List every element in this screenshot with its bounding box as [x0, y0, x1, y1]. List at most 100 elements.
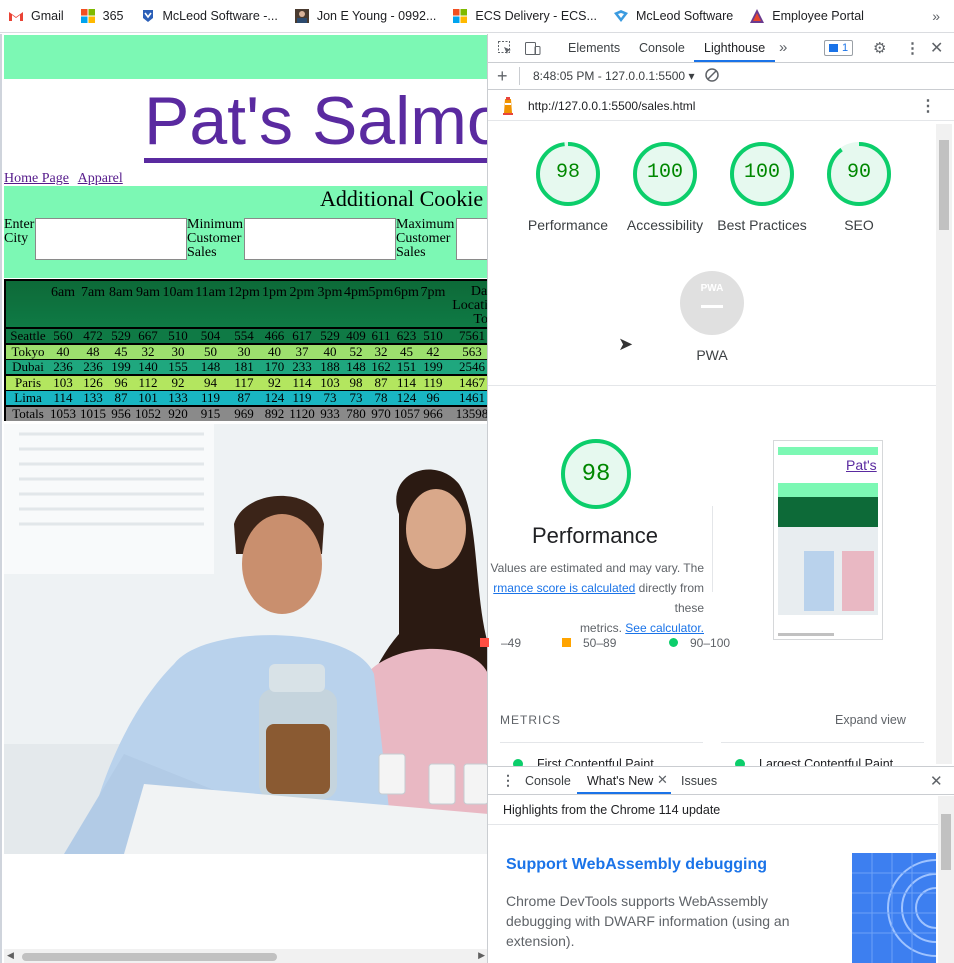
table-cell: 236 — [53, 359, 73, 375]
new-report-icon[interactable]: + — [497, 66, 508, 87]
min-sales-input[interactable] — [244, 218, 396, 260]
settings-gear-icon[interactable]: ⚙ — [873, 39, 886, 57]
close-drawer-icon[interactable]: ✕ — [930, 772, 943, 790]
table-row: Seattle 560 472 529 667 510 504 554 466 617 529 409… — [6, 329, 487, 343]
page-screenshot-thumbnail[interactable]: Pat's — [773, 440, 883, 640]
lighthouse-toolbar: + 8:48:05 PM - 127.0.0.1:5500 ▾ — [488, 63, 954, 90]
score-calculated-link[interactable]: rmance score is calculated — [493, 581, 635, 595]
dropdown-icon: ▾ — [688, 69, 695, 83]
row-total: 2546 — [459, 359, 485, 375]
score-gauge[interactable]: 98 — [535, 141, 601, 207]
more-bookmarks-icon[interactable]: » — [932, 8, 940, 24]
table-cell: 188 — [320, 359, 340, 375]
table-cell: 623 — [396, 328, 417, 343]
table-cell: 970 — [371, 406, 391, 421]
pwa-badge-text: PWA — [700, 283, 724, 294]
table-cell: 504 — [200, 328, 221, 343]
perf-note-text: Values are estimated and may vary. The — [490, 561, 704, 575]
bookmark-ecs-delivery[interactable]: ECS Delivery - ECS... — [452, 8, 597, 24]
hour-header: 8am — [108, 285, 134, 300]
table-cell: 117 — [234, 374, 254, 390]
score-value: 100 — [646, 161, 683, 184]
bookmark-mcleod-2[interactable]: McLeod Software — [613, 8, 733, 24]
perf-note-text-3: metrics. — [579, 621, 622, 635]
score-gauge[interactable]: 90 — [826, 141, 892, 207]
table-row: Paris 103 126 96 112 92 94 117 92 114 103 98 87 114 11… — [6, 374, 487, 390]
more-tabs-icon[interactable]: » — [779, 39, 787, 56]
nav-link-home[interactable]: Home Page — [4, 171, 69, 186]
table-cell: 510 — [423, 328, 443, 343]
device-toolbar-icon[interactable] — [524, 40, 542, 59]
table-cell: 1053 — [50, 406, 76, 421]
scroll-left-icon[interactable]: ◀ — [7, 950, 14, 961]
table-cell: 87 — [237, 390, 251, 406]
bookmark-365[interactable]: 365 — [80, 8, 124, 24]
table-cell: 529 — [111, 328, 131, 343]
table-cell: 199 — [423, 359, 443, 375]
table-cell: 73 — [349, 390, 363, 406]
report-menu-icon[interactable]: ⋮ — [920, 96, 936, 116]
issues-icon — [829, 44, 838, 52]
table-cell: 124 — [396, 390, 417, 406]
table-cell: 133 — [83, 390, 103, 406]
table-cell: 48 — [86, 343, 100, 359]
sales-table: 6am 7am 8am 9am 10am 11am 12pm 1pm 2pm 3pm 4pm 5pm 6… — [4, 279, 487, 421]
min-sales-label: Minimum Customer Sales — [187, 217, 244, 260]
max-sales-input[interactable] — [456, 218, 487, 260]
table-cell: 103 — [53, 374, 73, 390]
tab-console[interactable]: Console — [639, 41, 685, 55]
active-drawer-tab-indicator — [577, 792, 671, 794]
table-cell: 236 — [83, 359, 103, 375]
scroll-right-icon[interactable]: ▶ — [478, 950, 485, 961]
expand-view-button[interactable]: Expand view — [835, 713, 906, 727]
horizontal-scrollbar[interactable]: ◀ ▶ — [4, 949, 487, 963]
drawer-tab-whats-new[interactable]: What's New — [587, 774, 653, 788]
report-select[interactable]: 8:48:05 PM - 127.0.0.1:5500 ▾ — [533, 69, 694, 83]
scrollbar-thumb[interactable] — [22, 953, 277, 961]
bookmark-jon-young[interactable]: Jon E Young - 0992... — [294, 8, 436, 24]
row-total: 13598 — [455, 406, 487, 421]
inspect-element-icon[interactable] — [497, 40, 513, 59]
table-cell: 73 — [323, 390, 337, 406]
report-url: http://127.0.0.1:5500/sales.html — [528, 99, 696, 113]
table-cell: 42 — [426, 343, 440, 359]
drawer-menu-icon[interactable]: ⋮ — [501, 772, 515, 789]
nav-link-apparel[interactable]: Apparel — [78, 171, 123, 186]
drawer-tab-console[interactable]: Console — [525, 774, 571, 788]
bookmark-employee-portal[interactable]: Employee Portal — [749, 8, 864, 24]
report-scrollbar[interactable] — [936, 124, 952, 764]
drawer-scrollbar[interactable] — [938, 796, 954, 963]
lighthouse-url-bar: http://127.0.0.1:5500/sales.html ⋮ — [488, 90, 954, 121]
bookmark-mcleod-1[interactable]: McLeod Software -... — [140, 8, 278, 24]
bookmark-gmail[interactable]: Gmail — [8, 8, 64, 24]
score-gauge[interactable]: 100 — [729, 141, 795, 207]
close-devtools-icon[interactable]: ✕ — [930, 38, 943, 58]
performance-detail-gauge: 98 — [559, 437, 633, 511]
table-cell: 87 — [114, 390, 128, 406]
feature-title-link[interactable]: Support WebAssembly debugging — [506, 856, 767, 874]
bookmark-label: ECS Delivery - ECS... — [475, 9, 597, 23]
clear-reports-icon[interactable] — [704, 67, 720, 86]
tab-lighthouse[interactable]: Lighthouse — [704, 41, 765, 55]
close-tab-icon[interactable]: ✕ — [657, 772, 668, 788]
row-label: Tokyo — [11, 343, 45, 359]
table-cell: 956 — [111, 406, 131, 421]
drawer-tab-issues[interactable]: Issues — [681, 774, 717, 788]
see-calculator-link[interactable]: See calculator. — [625, 621, 704, 635]
tab-elements[interactable]: Elements — [568, 41, 620, 55]
issues-badge[interactable]: 1 — [824, 40, 854, 56]
scrollbar-thumb[interactable] — [941, 814, 951, 870]
legend-marker-icon — [562, 638, 571, 647]
devtools-drawer: ⋮ Console What's New ✕ Issues ✕ Highligh… — [488, 766, 954, 963]
table-cell: 162 — [371, 359, 391, 375]
table-cell: 40 — [268, 343, 281, 359]
microsoft-icon — [80, 8, 96, 24]
table-cell: 30 — [171, 343, 185, 359]
city-input[interactable] — [35, 218, 187, 260]
scrollbar-thumb[interactable] — [939, 140, 949, 230]
table-cell: 170 — [264, 359, 285, 375]
bookmark-label: McLeod Software -... — [162, 9, 278, 23]
kebab-menu-icon[interactable]: ⋮ — [905, 39, 920, 57]
table-cell: 1057 — [394, 406, 420, 421]
score-gauge[interactable]: 100 — [632, 141, 698, 207]
